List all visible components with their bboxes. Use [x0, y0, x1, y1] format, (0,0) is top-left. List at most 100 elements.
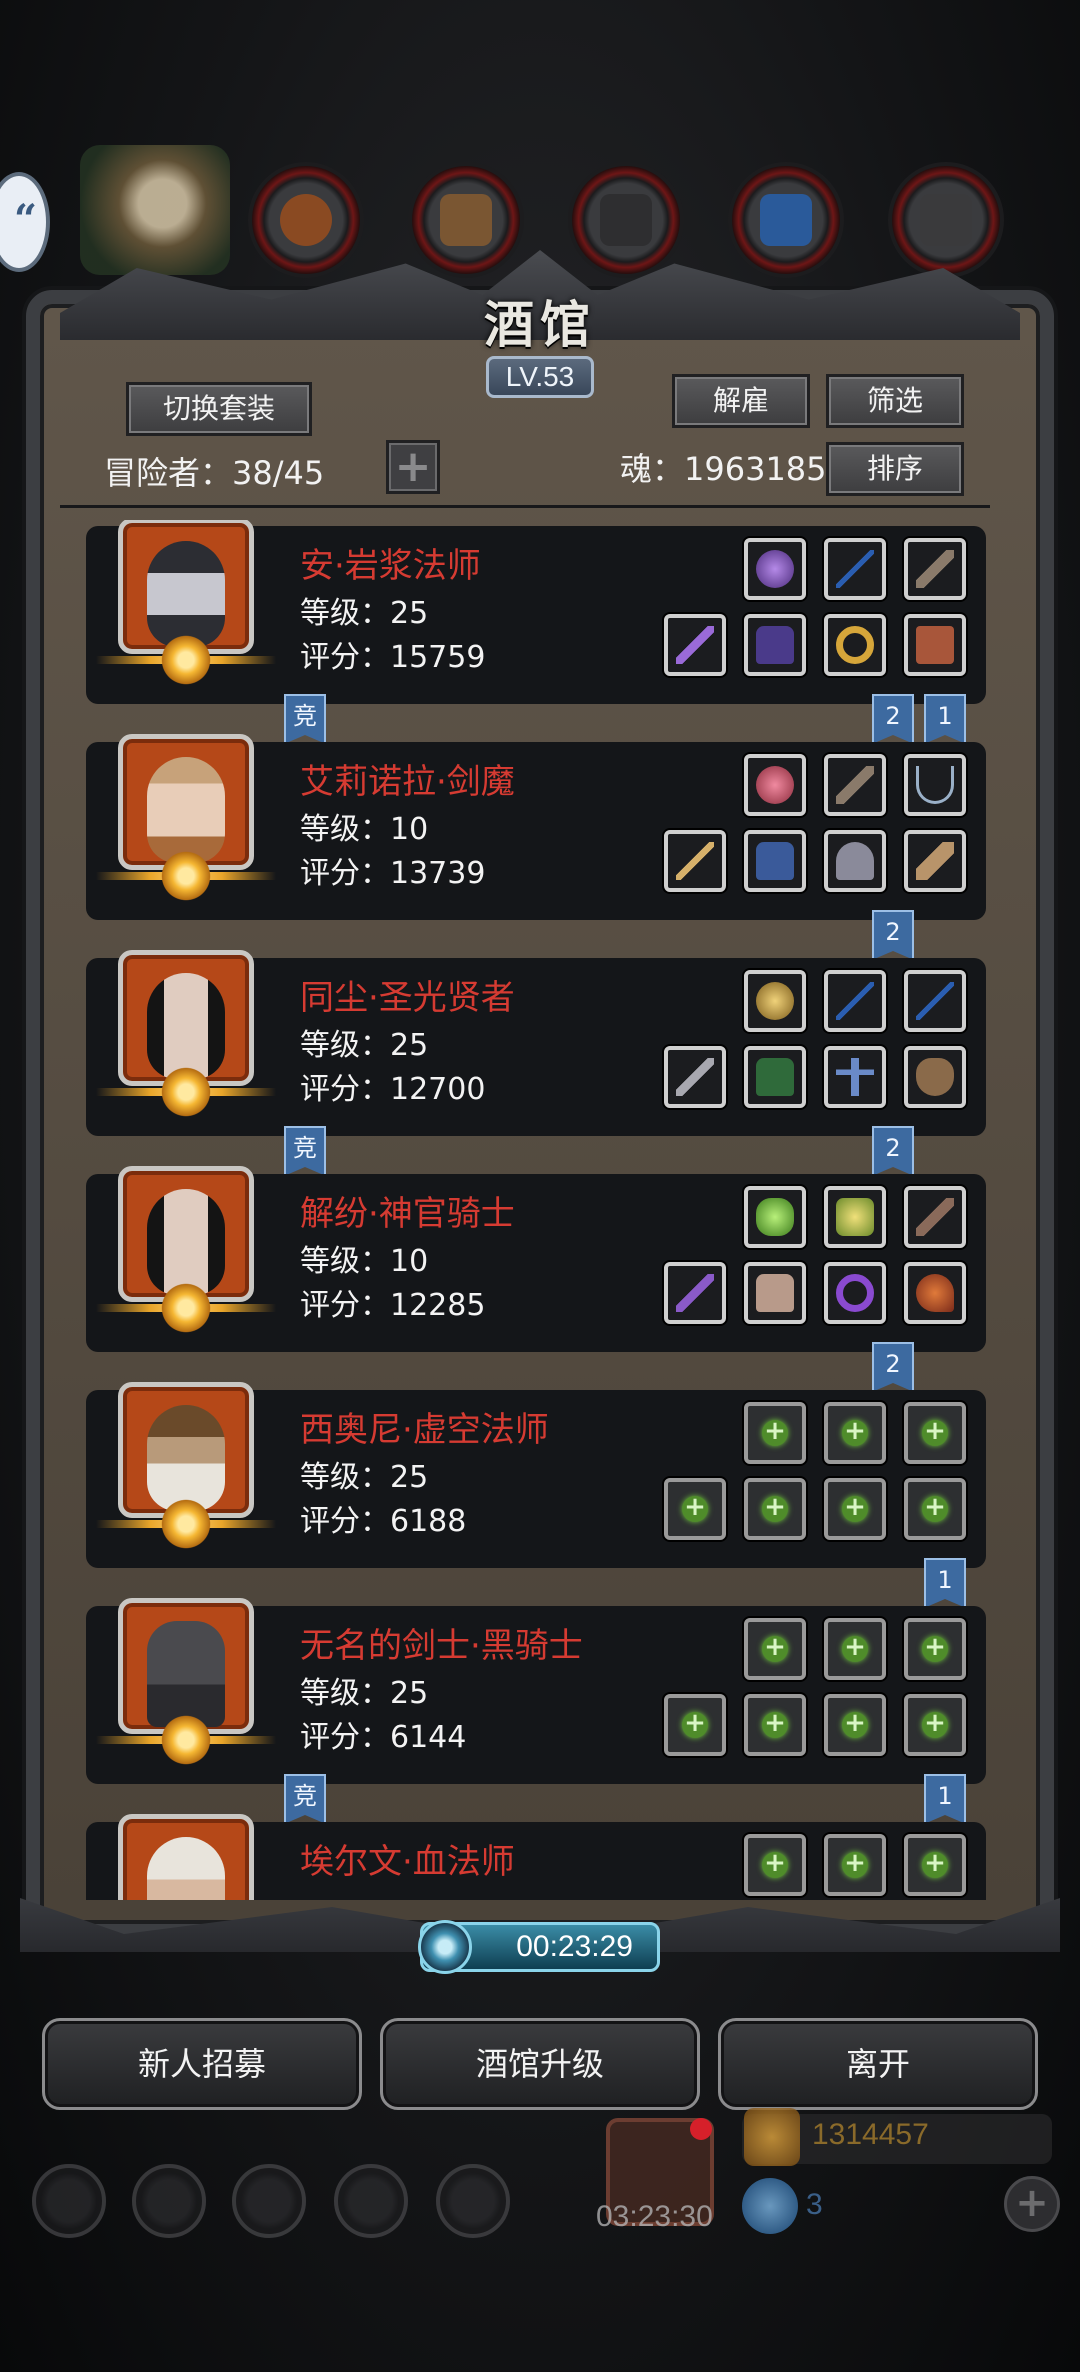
rank-sun-icon	[158, 1280, 214, 1336]
mace-weapon-icon[interactable]	[664, 1046, 726, 1108]
hero-name: 解纷·神官骑士	[300, 1194, 515, 1234]
gold-amount: 1314457	[812, 2118, 929, 2151]
switch-outfit-button[interactable]: 切换套装	[126, 382, 312, 436]
blue-bow-icon[interactable]	[904, 970, 966, 1032]
hero-card[interactable]: 安·岩浆法师 等级：25 评分：15759	[86, 520, 986, 704]
empty-slot-plus-icon[interactable]	[904, 1402, 966, 1464]
divider	[60, 505, 990, 508]
hero-name: 埃尔文·血法师	[300, 1842, 515, 1882]
top-equip-slot-2	[408, 162, 524, 278]
claw-icon[interactable]	[904, 1186, 966, 1248]
hero-level: 等级：10	[300, 1244, 429, 1279]
notification-dot	[690, 2118, 712, 2140]
top-equip-slot-1	[248, 162, 364, 278]
empty-slot-plus-icon[interactable]	[664, 1694, 726, 1756]
empty-slot-plus-icon[interactable]	[664, 1478, 726, 1540]
empty-slot-plus-icon[interactable]	[744, 1618, 806, 1680]
dismiss-button[interactable]: 解雇	[672, 374, 810, 428]
hero-name: 艾莉诺拉·剑魔	[300, 762, 515, 802]
helmet-icon[interactable]	[824, 830, 886, 892]
star-badge-icon	[132, 2164, 206, 2238]
background-hero-portrait	[80, 145, 230, 275]
hero-score: 评分：12700	[300, 1072, 486, 1107]
gift-timer: 03:23:30	[596, 2200, 713, 2233]
empty-slot-plus-icon[interactable]	[824, 1694, 886, 1756]
arena-tag: 竞	[284, 1774, 326, 1824]
empty-slot-plus-icon[interactable]	[744, 1402, 806, 1464]
blue-bow-icon[interactable]	[824, 538, 886, 600]
hero-card[interactable]: 同尘·圣光贤者 等级：25 评分：12700	[86, 950, 986, 1136]
robe-armor-icon[interactable]	[744, 614, 806, 676]
count-tag: 2	[872, 694, 914, 744]
empty-slot-plus-icon[interactable]	[744, 1694, 806, 1756]
map-icon	[232, 2164, 306, 2238]
sword-weapon-icon[interactable]	[664, 830, 726, 892]
arena-tag: 竞	[284, 1126, 326, 1176]
handshake-icon	[436, 2164, 510, 2238]
feather-icon[interactable]	[904, 538, 966, 600]
heart-charm-icon[interactable]	[904, 1262, 966, 1324]
soul-count: 魂：1963185	[620, 450, 827, 488]
hero-card[interactable]: 西奥尼·虚空法师 等级：25 评分：6188	[86, 1382, 986, 1568]
golden-amulet-icon[interactable]	[744, 970, 806, 1032]
blue-armor-icon[interactable]	[744, 830, 806, 892]
hero-level: 等级：25	[300, 1460, 429, 1495]
green-armor-icon[interactable]	[744, 1046, 806, 1108]
red-gem-icon[interactable]	[744, 754, 806, 816]
blue-bow-icon[interactable]	[824, 970, 886, 1032]
purple-ring-icon[interactable]	[824, 1262, 886, 1324]
necklace-icon[interactable]	[904, 754, 966, 816]
empty-slot-plus-icon[interactable]	[824, 1402, 886, 1464]
top-equip-slot-3	[568, 162, 684, 278]
empty-slot-plus-icon[interactable]	[904, 1834, 966, 1896]
chat-bubble-icon[interactable]	[0, 172, 50, 272]
staff-weapon-icon[interactable]	[664, 614, 726, 676]
hero-card[interactable]: 无名的剑士·黑骑士 等级：25 评分：6144	[86, 1598, 986, 1784]
lantern-icon[interactable]	[824, 1186, 886, 1248]
hero-score: 评分：6188	[300, 1504, 467, 1539]
top-equip-slot-4	[728, 162, 844, 278]
hero-portrait[interactable]	[118, 1814, 254, 1900]
empty-slot-plus-icon[interactable]	[824, 1478, 886, 1540]
rank-sun-icon	[158, 1712, 214, 1768]
empty-slot-plus-icon[interactable]	[824, 1618, 886, 1680]
hero-name: 安·岩浆法师	[300, 546, 481, 586]
green-potion-icon[interactable]	[744, 1186, 806, 1248]
plate-armor-icon[interactable]	[744, 1262, 806, 1324]
bracer-icon[interactable]	[904, 830, 966, 892]
recruit-button[interactable]: 新人招募	[42, 2018, 362, 2110]
empty-slot-plus-icon[interactable]	[904, 1618, 966, 1680]
count-tag: 2	[872, 910, 914, 960]
hero-card[interactable]: 埃尔文·血法师	[86, 1814, 986, 1900]
empty-slot-plus-icon[interactable]	[744, 1834, 806, 1896]
feather-icon[interactable]	[824, 754, 886, 816]
spellbook-icon[interactable]	[904, 614, 966, 676]
count-tag: 1	[924, 1774, 966, 1824]
arena-tag: 竞	[284, 694, 326, 744]
add-currency-plus-icon: +	[1004, 2176, 1060, 2232]
staff-weapon-icon[interactable]	[664, 1262, 726, 1324]
count-tag: 1	[924, 694, 966, 744]
filter-button[interactable]: 筛选	[826, 374, 964, 428]
empty-slot-plus-icon[interactable]	[904, 1694, 966, 1756]
hero-level: 等级：25	[300, 596, 429, 631]
hero-score: 评分：6144	[300, 1720, 467, 1755]
empty-slot-plus-icon[interactable]	[904, 1478, 966, 1540]
gold-ring-icon[interactable]	[824, 614, 886, 676]
hero-name: 同尘·圣光贤者	[300, 978, 515, 1018]
hero-level: 等级：25	[300, 1028, 429, 1063]
purple-gem-icon[interactable]	[744, 538, 806, 600]
cross-relic-icon[interactable]	[824, 1046, 886, 1108]
mask-icon[interactable]	[904, 1046, 966, 1108]
tavern-level-badge: LV.53	[486, 356, 594, 398]
rank-sun-icon	[158, 632, 214, 688]
leave-button[interactable]: 离开	[718, 2018, 1038, 2110]
hero-card[interactable]: 艾莉诺拉·剑魔 等级：10 评分：13739	[86, 734, 986, 920]
hero-card[interactable]: 解纷·神官骑士 等级：10 评分：12285	[86, 1166, 986, 1352]
sort-button[interactable]: 排序	[826, 442, 964, 496]
hero-list[interactable]: 安·岩浆法师 等级：25 评分：15759 竞 2 1 艾莉诺拉·剑魔 等级：1…	[56, 520, 996, 1900]
tavern-upgrade-button[interactable]: 酒馆升级	[380, 2018, 700, 2110]
empty-slot-plus-icon[interactable]	[744, 1478, 806, 1540]
add-adventurer-slot-button[interactable]: +	[386, 440, 440, 494]
empty-slot-plus-icon[interactable]	[824, 1834, 886, 1896]
